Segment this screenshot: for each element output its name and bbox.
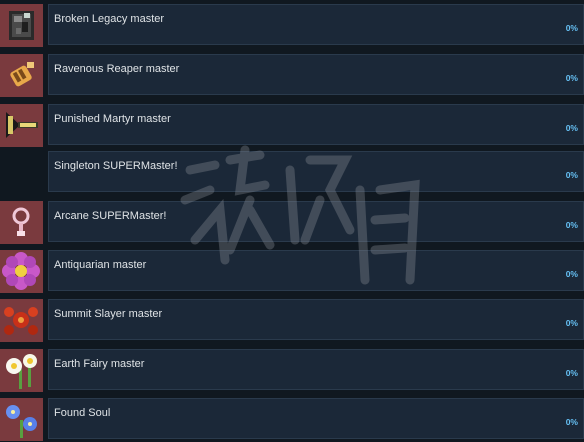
achievement-card: Arcane SUPERMaster! 0%	[48, 201, 584, 242]
achievement-card: Earth Fairy master 0%	[48, 349, 584, 390]
achievement-row[interactable]: Summit Slayer master 0%	[0, 299, 584, 343]
achievement-name: Arcane SUPERMaster!	[54, 210, 167, 222]
achievement-name: Punished Martyr master	[54, 113, 171, 125]
achievement-card: Punished Martyr master 0%	[48, 104, 584, 145]
achievement-card: Summit Slayer master 0%	[48, 299, 584, 340]
achievement-percent: 0%	[565, 23, 578, 33]
achievement-percent: 0%	[565, 318, 578, 328]
achievement-row[interactable]: Ravenous Reaper master 0%	[0, 54, 584, 98]
achievement-card: Found Soul 0%	[48, 398, 584, 439]
ravenous-reaper-icon	[0, 54, 43, 97]
achievement-percent: 0%	[565, 417, 578, 427]
achievement-row[interactable]: Found Soul 0%	[0, 398, 584, 442]
achievement-card: Broken Legacy master 0%	[48, 4, 584, 45]
achievement-name: Summit Slayer master	[54, 308, 163, 320]
achievement-percent: 0%	[565, 170, 578, 180]
earth-fairy-icon	[0, 349, 43, 392]
achievement-percent: 0%	[565, 73, 578, 83]
achievement-card: Antiquarian master 0%	[48, 250, 584, 291]
achievement-row[interactable]: Broken Legacy master 0%	[0, 4, 584, 48]
achievement-row[interactable]: Singleton SUPERMaster! 0%	[0, 151, 584, 195]
achievement-card: Singleton SUPERMaster! 0%	[48, 151, 584, 192]
achievement-percent: 0%	[565, 368, 578, 378]
achievement-name: Broken Legacy master	[54, 13, 165, 25]
achievement-name: Singleton SUPERMaster!	[54, 160, 178, 172]
punished-martyr-icon	[0, 104, 43, 147]
achievement-name: Antiquarian master	[54, 259, 147, 271]
found-soul-icon	[0, 398, 43, 441]
achievement-percent: 0%	[565, 269, 578, 279]
arcane-ring-icon	[0, 201, 43, 244]
achievement-name: Ravenous Reaper master	[54, 63, 180, 75]
achievement-card: Ravenous Reaper master 0%	[48, 54, 584, 95]
flower-icon	[0, 250, 43, 293]
achievement-row[interactable]: Antiquarian master 0%	[0, 250, 584, 294]
achievement-percent: 0%	[565, 123, 578, 133]
achievement-name: Found Soul	[54, 407, 111, 419]
achievement-row[interactable]: Earth Fairy master 0%	[0, 349, 584, 393]
broken-legacy-icon	[0, 4, 43, 47]
achievement-percent: 0%	[565, 220, 578, 230]
summit-slayer-icon	[0, 299, 43, 342]
achievement-name: Earth Fairy master	[54, 358, 145, 370]
achievement-row[interactable]: Arcane SUPERMaster! 0%	[0, 201, 584, 245]
empty-icon	[0, 151, 43, 194]
achievement-row[interactable]: Punished Martyr master 0%	[0, 104, 584, 148]
